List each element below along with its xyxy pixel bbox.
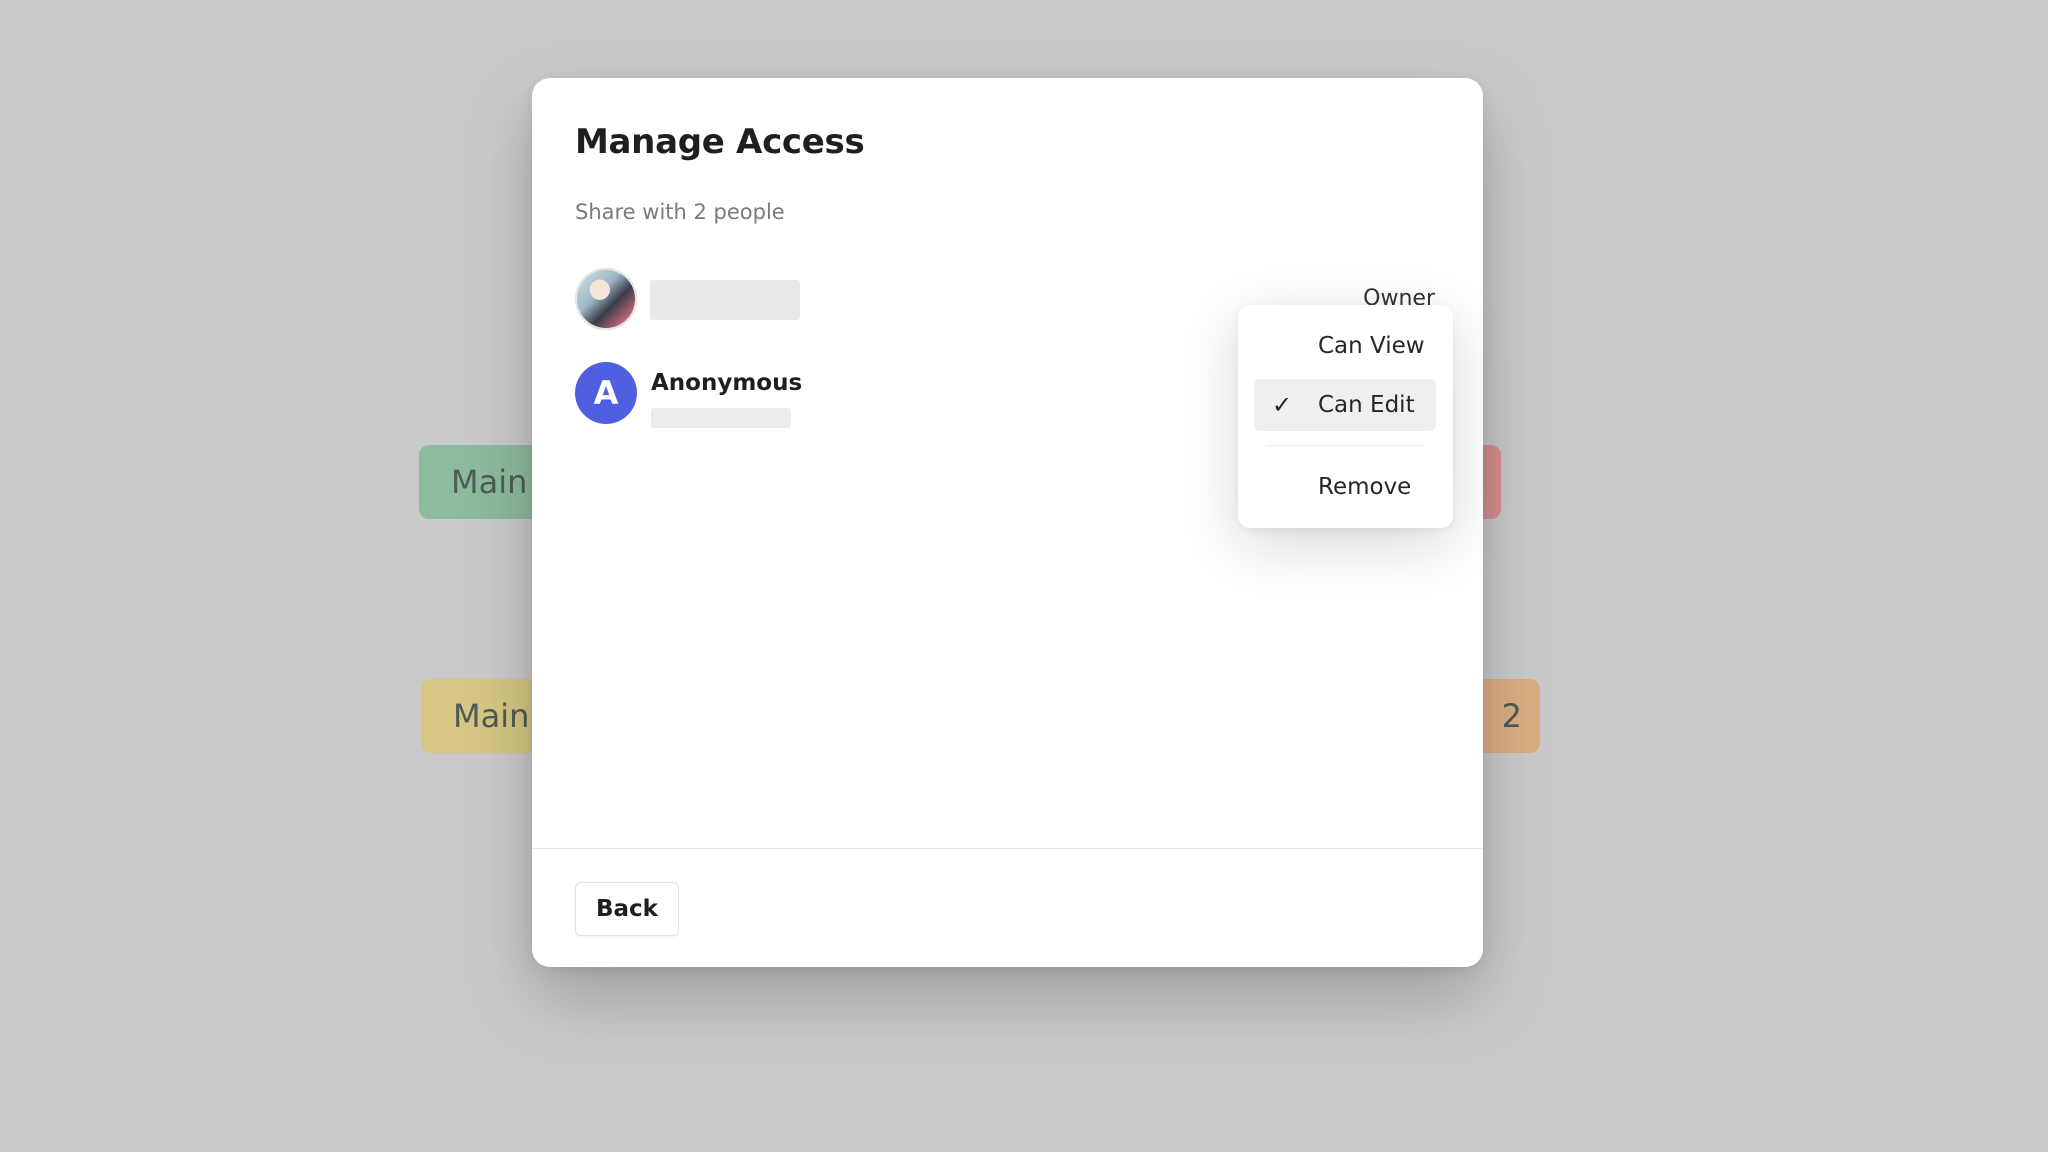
menu-item-label: Can View (1318, 333, 1425, 359)
permission-dropdown-menu: Can View ✓ Can Edit Remove (1238, 305, 1453, 528)
checkmark-icon: ✓ (1272, 391, 1293, 419)
background-tag-label: 2 (1501, 697, 1522, 735)
dialog-title: Manage Access (575, 122, 865, 162)
person-name: Anonymous (651, 370, 803, 396)
footer-divider (532, 848, 1483, 849)
back-button[interactable]: Back (575, 882, 679, 936)
menu-item-label: Remove (1318, 474, 1412, 500)
menu-item-label: Can Edit (1318, 392, 1415, 418)
menu-divider (1266, 445, 1425, 446)
avatar: A (575, 362, 637, 424)
redacted-email (651, 408, 791, 428)
avatar (575, 268, 637, 330)
redacted-name (650, 280, 800, 320)
menu-item-remove[interactable]: Remove (1254, 461, 1436, 513)
dialog-subtitle: Share with 2 people (575, 200, 785, 224)
menu-item-can-edit[interactable]: ✓ Can Edit (1254, 379, 1436, 431)
menu-item-can-view[interactable]: Can View (1254, 320, 1436, 372)
